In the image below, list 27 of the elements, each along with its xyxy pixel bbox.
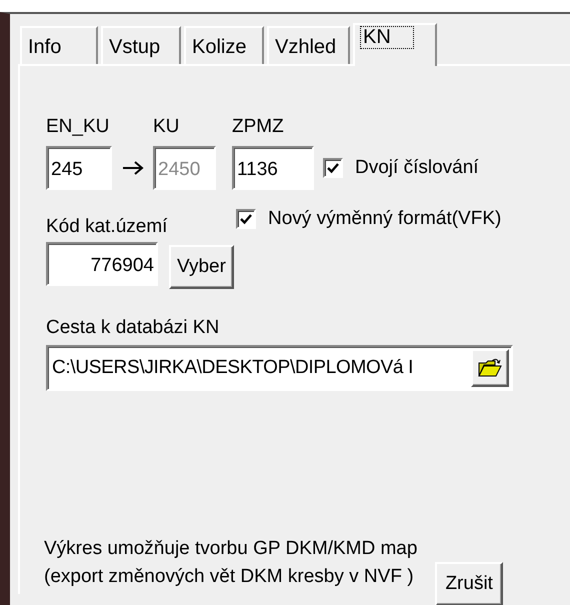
folder-icon	[478, 358, 502, 378]
field-label: ZPMZ	[232, 116, 285, 138]
info-text: Výkres umožňuje tvorbu GP DKM/KMD map	[44, 538, 418, 560]
arrow-icon	[122, 161, 144, 175]
cancel-button[interactable]: Zrušit	[435, 562, 503, 605]
field-label: Kód kat.území	[46, 216, 168, 238]
checkbox-label: Nový výměnný formát(VFK)	[268, 208, 502, 230]
field-label: KU	[153, 116, 180, 138]
select-button[interactable]: Vyber	[169, 245, 234, 289]
input-field[interactable]: 1136	[232, 146, 314, 190]
tab[interactable]: Info	[20, 26, 98, 64]
tab[interactable]: Vzhled	[267, 26, 350, 64]
browse-button[interactable]	[471, 349, 509, 387]
checkbox[interactable]	[236, 209, 256, 229]
path-field[interactable]: C:\USERS\JIRKA\DESKTOP\DIPLOMOVá I	[46, 345, 513, 391]
check-mark-icon	[240, 213, 252, 225]
input-field[interactable]: 245	[46, 146, 112, 190]
tab[interactable]: Vstup	[101, 26, 181, 64]
input-field[interactable]: 776904	[46, 242, 158, 286]
field-label: EN_KU	[46, 116, 110, 138]
check-mark-icon	[327, 162, 339, 174]
tab[interactable]: Kolize	[184, 26, 264, 64]
checkbox[interactable]	[323, 158, 343, 178]
tab[interactable]: KN	[353, 23, 437, 66]
field-label: Cesta k databázi KN	[46, 317, 220, 339]
checkbox-label: Dvojí číslování	[355, 157, 479, 179]
info-text: (export změnových vět DKM kresby v NVF )	[44, 566, 415, 588]
